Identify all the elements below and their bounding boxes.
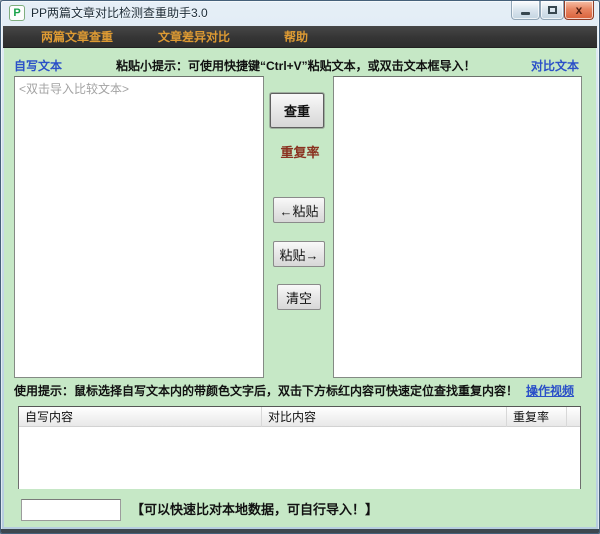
close-icon: x [575,2,583,17]
window-title: PP两篇文章对比检测查重助手3.0 [31,6,208,20]
client-area: 自写文本 粘贴小提示：可使用快捷键“Ctrl+V”粘贴文本，或双击文本框导入！ … [4,48,596,527]
operation-video-link[interactable]: 操作视频 [526,384,574,398]
app-logo-icon: P [9,5,25,21]
results-table-body [19,427,580,489]
minimize-icon [521,11,530,15]
maximize-icon [547,6,557,14]
results-table: 自写内容 对比内容 重复率 [18,406,581,489]
menu-item-two-article-check[interactable]: 两篇文章查重 [37,26,117,48]
paste-to-left-button[interactable]: ←粘贴 [273,197,325,223]
column-header-self-content[interactable]: 自写内容 [19,407,262,427]
minimize-button[interactable] [511,1,540,20]
titlebar: P PP两篇文章对比检测查重助手3.0 x [1,1,599,26]
clear-button[interactable]: 清空 [277,284,321,310]
usage-hint-text: 使用提示：鼠标选择自写文本内的带颜色文字后，双击下方标红内容可快速定位查找重复内… [14,384,519,398]
usage-hint-row: 使用提示：鼠标选择自写文本内的带颜色文字后，双击下方标红内容可快速定位查找重复内… [14,382,574,399]
column-header-repeat-rate[interactable]: 重复率 [507,407,567,427]
maximize-button[interactable] [540,1,564,20]
column-header-spacer [567,407,580,427]
window-bottom-edge [1,529,599,533]
results-table-header: 自写内容 对比内容 重复率 [19,407,580,427]
footer-note-text: 【可以快速比对本地数据，可自行导入！】 [131,502,379,517]
app-window: P PP两篇文章对比检测查重助手3.0 x 两篇文章查重 文章差异对比 帮助 自… [0,0,600,534]
menu-item-help[interactable]: 帮助 [280,26,312,48]
compare-text-area[interactable] [333,76,582,378]
local-data-input[interactable] [21,499,121,521]
self-text-area[interactable] [14,76,264,378]
self-text-label: 自写文本 [14,59,63,73]
close-button[interactable]: x [564,1,594,20]
paste-hint-text: 粘贴小提示：可使用快捷键“Ctrl+V”粘贴文本，或双击文本框导入！ [116,59,476,73]
window-controls: x [511,1,594,20]
repeat-rate-label: 重复率 [280,145,320,160]
paste-to-right-button[interactable]: 粘贴→ [273,241,325,267]
menu-item-article-diff-compare[interactable]: 文章差异对比 [154,26,234,48]
check-duplicate-button[interactable]: 查重 [270,93,324,128]
column-header-compare-content[interactable]: 对比内容 [262,407,507,427]
compare-text-label: 对比文本 [530,59,579,73]
menubar: 两篇文章查重 文章差异对比 帮助 [3,26,597,48]
